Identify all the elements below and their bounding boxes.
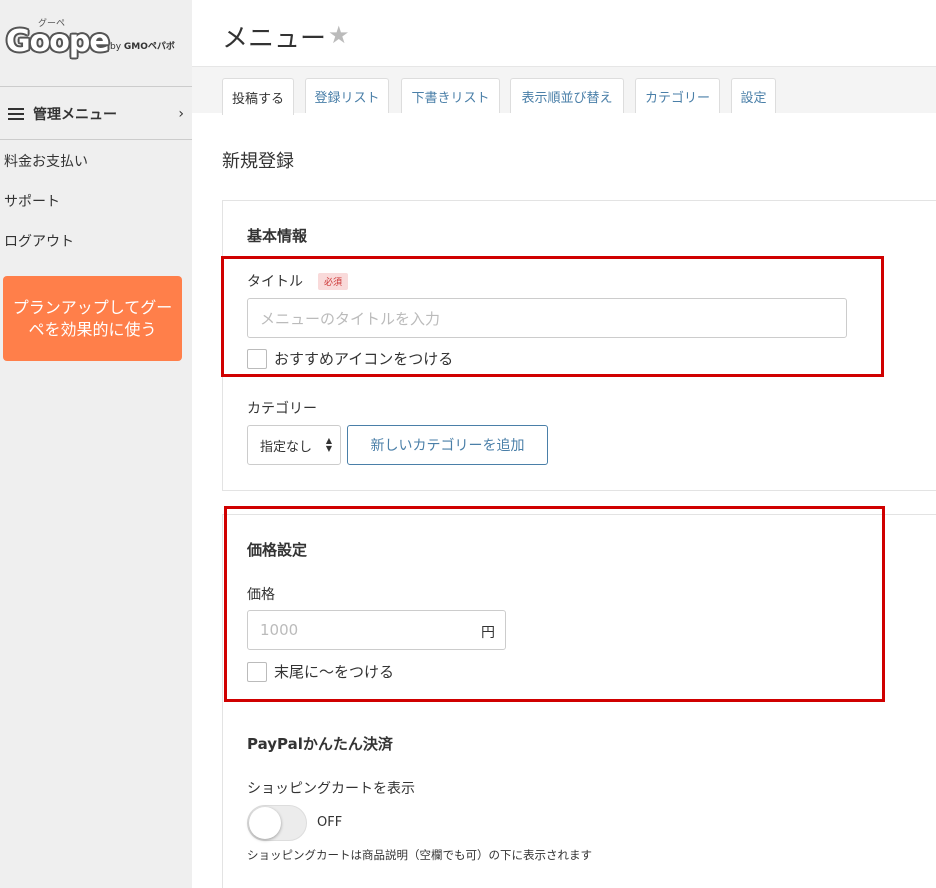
category-select-value: 指定なし: [260, 439, 313, 455]
add-category-button[interactable]: 新しいカテゴリーを追加: [347, 425, 548, 465]
title-input[interactable]: メニューのタイトルを入力: [247, 298, 847, 338]
admin-menu-toggle[interactable]: 管理メニュー ›: [8, 102, 184, 126]
cart-toggle[interactable]: [247, 805, 307, 841]
tab-settings[interactable]: 設定: [731, 78, 776, 113]
title-label: タイトル: [247, 274, 303, 290]
logo-company: by GMOペパボ: [110, 39, 175, 52]
chevron-right-icon: ›: [178, 106, 184, 122]
tilde-checkbox-label: 末尾に〜をつける: [274, 663, 395, 681]
category-select[interactable]: 指定なし ▲ ▼: [247, 425, 341, 465]
price-title: 価格設定: [247, 541, 308, 559]
tilde-checkbox-row[interactable]: 末尾に〜をつける: [247, 661, 394, 682]
recommend-checkbox[interactable]: [247, 348, 267, 369]
cart-help-text: ショッピングカートは商品説明（空欄でも可）の下に表示されます: [247, 848, 592, 862]
sidebar-item-logout[interactable]: ログアウト: [4, 231, 74, 251]
basic-info-title: 基本情報: [247, 227, 308, 245]
recommend-checkbox-label: おすすめアイコンをつける: [274, 350, 454, 368]
cart-label: ショッピングカートを表示: [247, 781, 415, 797]
select-arrows-icon: ▲ ▼: [325, 436, 332, 453]
tab-bar: 投稿する 登録リスト 下書きリスト 表示順並び替え カテゴリー 設定: [192, 66, 936, 115]
sidebar-item-billing[interactable]: 料金お支払い: [4, 151, 88, 171]
recommend-checkbox-row[interactable]: おすすめアイコンをつける: [247, 348, 453, 369]
yen-unit: 円: [481, 625, 495, 641]
sidebar-divider: [0, 86, 192, 87]
logo-by: by: [110, 42, 122, 52]
page-title: メニュー: [222, 24, 327, 54]
sidebar-divider: [0, 139, 192, 140]
tilde-checkbox[interactable]: [247, 661, 267, 682]
paypal-card: PayPalかんたん決済 ショッピングカートを表示 OFF ショッピングカートは…: [222, 710, 936, 888]
star-icon[interactable]: ★: [328, 21, 350, 49]
toggle-knob: [249, 807, 281, 839]
category-label: カテゴリー: [247, 401, 317, 417]
sidebar: グーペ Goope by GMOペパボ 管理メニュー › 料金お支払い サポート…: [0, 0, 192, 888]
basic-info-card: 基本情報 タイトル 必須 メニューのタイトルを入力 おすすめアイコンをつける カ…: [222, 200, 936, 491]
sidebar-item-support[interactable]: サポート: [4, 191, 60, 211]
price-placeholder: 1000: [260, 621, 299, 639]
tab-drafts[interactable]: 下書きリスト: [401, 78, 500, 113]
hamburger-icon: [8, 108, 24, 120]
tab-post[interactable]: 投稿する: [222, 78, 294, 115]
price-label: 価格: [247, 587, 275, 603]
toggle-state: OFF: [317, 815, 343, 830]
price-input[interactable]: 1000 円: [247, 610, 506, 650]
logo-wordmark: Goope: [6, 24, 110, 59]
goope-logo[interactable]: グーペ Goope by GMOペパボ: [6, 16, 186, 64]
required-badge: 必須: [318, 273, 348, 290]
plan-upgrade-button[interactable]: プランアップしてグーペを効果的に使う: [3, 276, 182, 361]
admin-menu-label: 管理メニュー: [33, 107, 117, 123]
price-card: 価格設定 価格 1000 円 末尾に〜をつける: [222, 514, 936, 711]
tab-category[interactable]: カテゴリー: [635, 78, 720, 113]
tab-registered-list[interactable]: 登録リスト: [305, 78, 389, 113]
paypal-title: PayPalかんたん決済: [247, 735, 393, 753]
logo-company-name: GMOペパボ: [123, 42, 175, 52]
section-heading: 新規登録: [222, 151, 294, 172]
tab-reorder[interactable]: 表示順並び替え: [510, 78, 624, 113]
